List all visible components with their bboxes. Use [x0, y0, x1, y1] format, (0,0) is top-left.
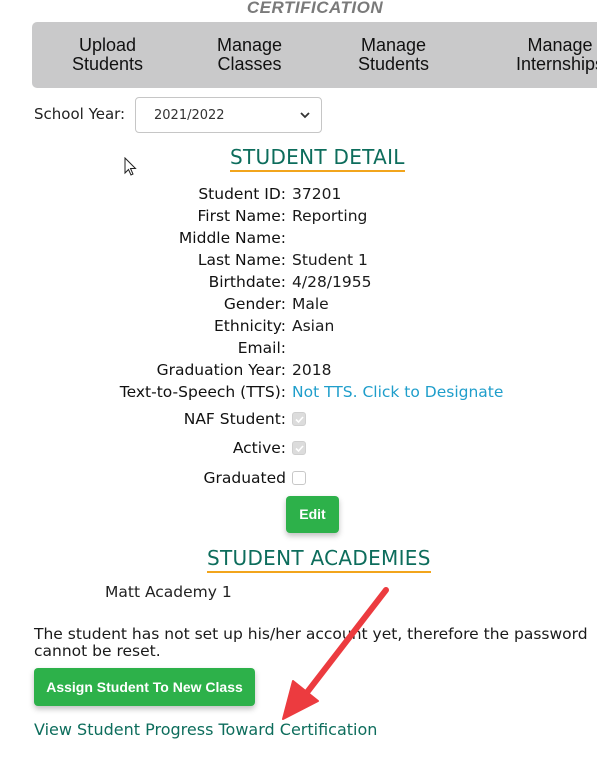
- field-gender: Gender: Male: [0, 293, 597, 315]
- top-nav: Upload Students Manage Classes Manage St…: [32, 22, 597, 88]
- password-reset-notice: The student has not set up his/her accou…: [34, 625, 588, 660]
- nav-label-line1: Manage: [527, 35, 593, 55]
- checkbox-label: NAF Student:: [183, 410, 286, 428]
- field-ethnicity: Ethnicity: Asian: [0, 315, 597, 337]
- graduated-checkbox[interactable]: [292, 471, 306, 485]
- field-label: Last Name:: [197, 251, 286, 269]
- field-value: Reporting: [292, 207, 368, 225]
- chevron-down-icon: [300, 112, 310, 119]
- field-label: First Name:: [197, 207, 287, 225]
- nav-manage-students[interactable]: Manage Students: [358, 36, 429, 74]
- nav-label-line1: Upload: [79, 35, 137, 55]
- edit-button[interactable]: Edit: [286, 496, 339, 533]
- field-value: Student 1: [292, 251, 368, 269]
- field-label: Text-to-Speech (TTS):: [119, 383, 286, 401]
- nav-label-line1: Manage: [217, 35, 283, 55]
- school-year-select[interactable]: 2021/2022: [135, 97, 322, 133]
- checkmark-icon: [295, 416, 304, 424]
- assign-student-to-new-class-button[interactable]: Assign Student To New Class: [34, 668, 255, 706]
- field-value: 37201: [292, 185, 342, 203]
- nav-label-line2: Students: [72, 54, 144, 74]
- field-student-id: Student ID: 37201: [0, 183, 597, 205]
- view-progress-link[interactable]: View Student Progress Toward Certificati…: [34, 720, 377, 739]
- nav-upload-students[interactable]: Upload Students: [72, 36, 143, 74]
- field-value: Asian: [292, 317, 335, 335]
- nav-label-line2: Internships: [516, 54, 597, 74]
- school-year-label: School Year:: [34, 105, 126, 123]
- field-label: Graduation Year:: [156, 361, 286, 379]
- mouse-cursor-icon: [124, 157, 137, 176]
- field-value: Male: [292, 295, 329, 313]
- field-label: Gender:: [223, 295, 286, 313]
- field-active: Active:: [0, 437, 597, 459]
- nav-label-line1: Manage: [361, 35, 427, 55]
- field-tts: Text-to-Speech (TTS): Not TTS. Click to …: [0, 381, 597, 403]
- field-graduated: Graduated: [0, 467, 597, 489]
- field-birthdate: Birthdate: 4/28/1955: [0, 271, 597, 293]
- field-first-name: First Name: Reporting: [0, 205, 597, 227]
- nav-label-line2: Students: [358, 54, 430, 74]
- field-label: Ethnicity:: [214, 317, 286, 335]
- nav-manage-internships[interactable]: Manage Internships: [516, 36, 597, 74]
- field-label: Student ID:: [198, 185, 286, 203]
- field-label: Email:: [237, 339, 286, 357]
- nav-label-line2: Classes: [217, 54, 282, 74]
- naf-student-checkbox[interactable]: [292, 412, 306, 426]
- student-academies-title: STUDENT ACADEMIES: [207, 546, 431, 573]
- field-middle-name: Middle Name:: [0, 227, 597, 249]
- field-label: Birthdate:: [208, 273, 286, 291]
- certification-heading: CERTIFICATION: [246, 0, 384, 17]
- school-year-value: 2021/2022: [154, 108, 225, 123]
- academy-item: Matt Academy 1: [105, 583, 232, 601]
- field-value: 4/28/1955: [292, 273, 372, 291]
- field-graduation-year: Graduation Year: 2018: [0, 359, 597, 381]
- field-naf-student: NAF Student:: [0, 408, 597, 430]
- student-detail-title: STUDENT DETAIL: [230, 145, 405, 172]
- field-email: Email:: [0, 337, 597, 359]
- page: CERTIFICATION Upload Students Manage Cla…: [0, 0, 597, 761]
- tts-designate-link[interactable]: Not TTS. Click to Designate: [292, 381, 503, 403]
- checkmark-icon: [295, 445, 304, 453]
- field-value: 2018: [292, 361, 332, 379]
- nav-manage-classes[interactable]: Manage Classes: [217, 36, 282, 74]
- field-label: Middle Name:: [178, 229, 286, 247]
- checkbox-label: Graduated: [203, 469, 287, 487]
- field-last-name: Last Name: Student 1: [0, 249, 597, 271]
- active-checkbox[interactable]: [292, 441, 306, 455]
- checkbox-label: Active:: [232, 439, 286, 457]
